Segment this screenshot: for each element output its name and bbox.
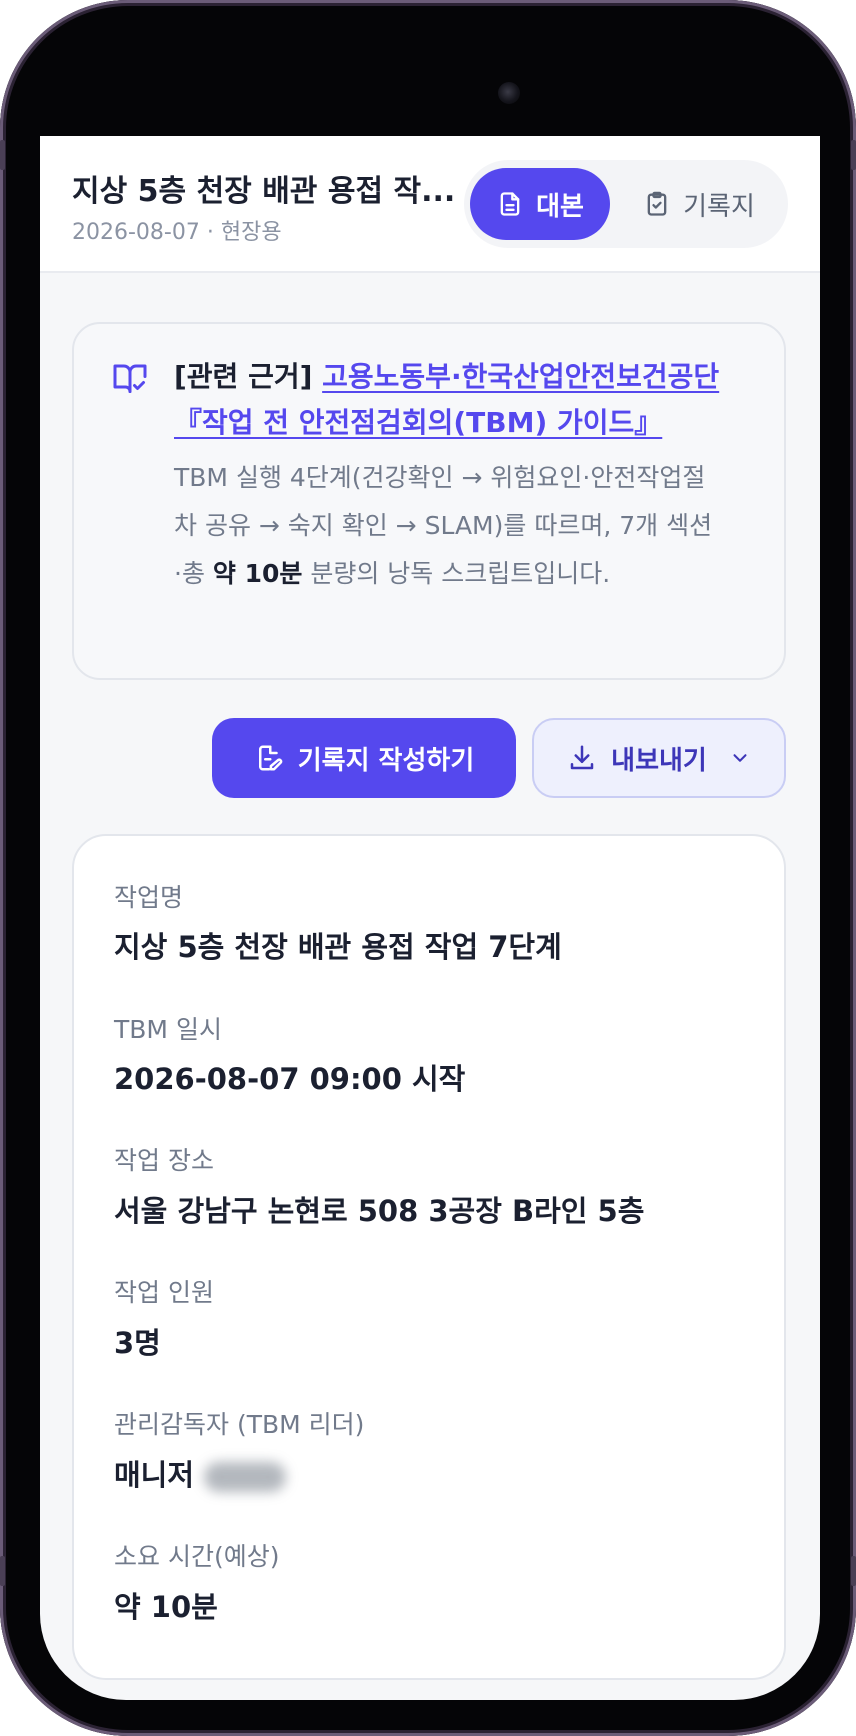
book-check-icon (113, 364, 147, 393)
worker-count-value: 3명 (114, 1326, 161, 1360)
app-screen: 지상 5층 천장 배관 용접 작... 2026-08-07 · 현장용 대본 (40, 136, 820, 1700)
document-icon (500, 192, 520, 216)
work-name-label: 작업명 (114, 883, 184, 912)
tab-record-label: 기록지 (683, 191, 755, 222)
duration-value: 약 10분 (114, 1590, 218, 1624)
download-icon (570, 745, 594, 770)
device-side-button (0, 1556, 5, 1586)
work-info-card: 작업명 지상 5층 천장 배관 용접 작업 7단계 TBM 일시 2026-08… (72, 834, 786, 1680)
view-toggle: 대본 기록지 (464, 160, 788, 248)
top-header: 지상 5층 천장 배관 용접 작... 2026-08-07 · 현장용 대본 (40, 136, 820, 273)
chevron-down-icon (733, 754, 747, 762)
export-button[interactable]: 내보내기 (532, 718, 786, 798)
work-location-label: 작업 장소 (114, 1146, 214, 1175)
write-record-label: 기록지 작성하기 (297, 745, 475, 776)
work-location-value: 서울 강남구 논현로 508 3공장 B라인 5층 (114, 1194, 645, 1228)
worker-count-label: 작업 인원 (114, 1278, 214, 1307)
tab-script[interactable]: 대본 (470, 168, 610, 240)
notice-body: TBM 실행 4단계(건강확인 → 위험요인·안전작업절차 공유 → 숙지 확인… (174, 454, 714, 598)
front-camera (498, 82, 520, 104)
page-title: 지상 5층 천장 배관 용접 작... (72, 174, 456, 209)
notice-title: [관련 근거] 고용노동부·한국산업안전보건공단 『작업 전 안전점검회의(TB… (174, 354, 754, 446)
tbm-datetime-label: TBM 일시 (114, 1015, 222, 1044)
tab-script-label: 대본 (536, 191, 584, 222)
tab-record[interactable]: 기록지 (624, 168, 774, 240)
device-side-button (0, 140, 5, 170)
notice-body-text-end: 분량의 낭독 스크립트입니다. (302, 559, 611, 588)
export-label: 내보내기 (611, 745, 707, 776)
notice-duration: 약 10분 (212, 559, 303, 588)
supervisor-value: 매니저 (114, 1452, 287, 1494)
notice-prefix: [관련 근거] (174, 360, 313, 393)
supervisor-title: 매니저 (114, 1458, 195, 1492)
clipboard-check-icon (647, 191, 667, 216)
edit-document-icon (258, 745, 283, 771)
duration-label: 소요 시간(예상) (114, 1542, 280, 1571)
work-name-value: 지상 5층 천장 배관 용접 작업 7단계 (114, 930, 562, 964)
write-record-button[interactable]: 기록지 작성하기 (212, 718, 516, 798)
reference-notice: [관련 근거] 고용노동부·한국산업안전보건공단 『작업 전 안전점검회의(TB… (72, 322, 786, 680)
device-side-button (851, 140, 856, 170)
page-subtitle: 2026-08-07 · 현장용 (72, 220, 282, 245)
phone-frame: 지상 5층 천장 배관 용접 작... 2026-08-07 · 현장용 대본 (0, 0, 856, 1736)
supervisor-label: 관리감독자 (TBM 리더) (114, 1410, 365, 1439)
device-side-button (851, 1556, 856, 1586)
tbm-datetime-value: 2026-08-07 09:00 시작 (114, 1062, 466, 1096)
redacted-name (204, 1462, 287, 1492)
